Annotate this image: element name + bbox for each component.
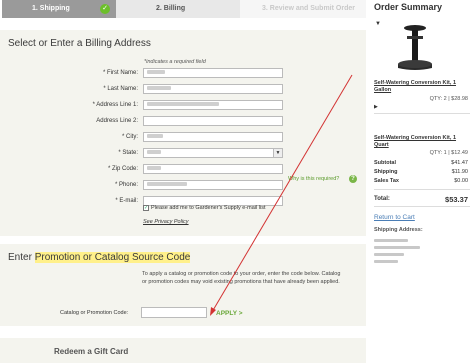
address-line <box>374 239 408 242</box>
product-image <box>398 25 432 70</box>
annotation-arrow-head <box>210 307 216 316</box>
sales-tax-row: Sales Tax $0.00 <box>374 178 468 184</box>
order-summary: Order Summary ▼ Self-Watering Conversion… <box>372 0 474 363</box>
total-row: Total: $53.37 <box>374 195 468 204</box>
return-to-cart-link[interactable]: Return to Cart <box>374 214 415 221</box>
annotation-arrow-line <box>211 74 353 313</box>
shipping-row: Shipping $11.90 <box>374 169 468 175</box>
subtotal-row: Subtotal $41.47 <box>374 160 468 166</box>
address-line <box>374 253 404 256</box>
shipping-address-label: Shipping Address: <box>374 227 423 233</box>
chevron-right-icon[interactable]: ▶ <box>374 104 378 110</box>
address-line <box>374 246 420 249</box>
address-line <box>374 260 398 263</box>
item-name-link[interactable]: Self-Watering Conversion Kit, 1 Gallon <box>374 80 472 94</box>
item-name-link[interactable]: Self-Watering Conversion Kit, 1 Quart <box>374 135 472 149</box>
order-summary-title: Order Summary <box>374 2 443 12</box>
chevron-down-icon[interactable]: ▼ <box>375 21 381 27</box>
item-qty: QTY: 2 | $28.98 <box>429 96 468 102</box>
item-qty: QTY: 1 | $12.49 <box>429 150 468 156</box>
